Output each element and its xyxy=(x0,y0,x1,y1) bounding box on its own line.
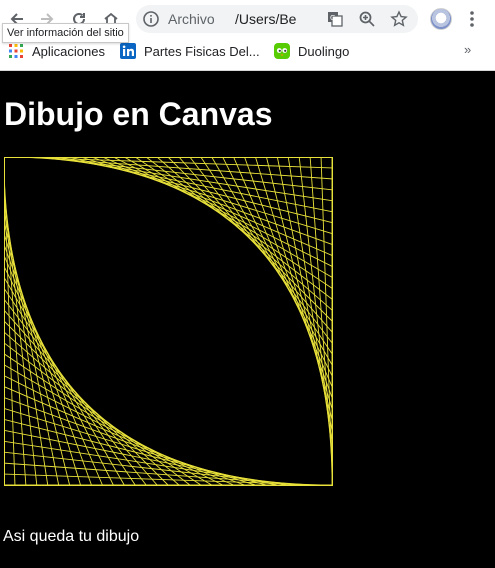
translate-icon[interactable]: G xyxy=(326,10,344,28)
bookmark-apps[interactable]: Aplicaciones xyxy=(8,42,105,60)
string-line-lower xyxy=(3,386,234,486)
string-line-lower xyxy=(3,320,169,486)
omnibox-scheme-label: Archivo xyxy=(168,11,215,27)
profile-avatar[interactable] xyxy=(430,8,452,30)
bookmark-label: Aplicaciones xyxy=(32,43,105,59)
string-line-upper xyxy=(222,156,333,376)
string-line-upper xyxy=(298,156,333,453)
apps-grid-icon xyxy=(9,44,23,58)
string-line-upper xyxy=(189,156,333,344)
page-title: Dibujo en Canvas xyxy=(4,96,273,132)
bookmark-partes-fisicas[interactable]: Partes Fisicas Del... xyxy=(120,42,260,60)
bookmark-label: Partes Fisicas Del... xyxy=(144,43,260,59)
bookmark-label: Duolingo xyxy=(298,43,350,59)
bookmark-duolingo[interactable]: Duolingo xyxy=(274,42,349,60)
linkedin-icon xyxy=(120,43,136,59)
address-bar[interactable]: Archivo /Users/Be G xyxy=(136,5,418,33)
zoom-icon[interactable] xyxy=(358,10,376,28)
canvas-border xyxy=(4,157,333,486)
canvas-caption: Asi queda tu dibujo xyxy=(3,528,140,545)
svg-text:G: G xyxy=(330,14,335,22)
browser-chrome: Archivo /Users/Be G Aplicaciones Partes … xyxy=(0,0,495,71)
string-line-upper xyxy=(167,156,333,322)
drawing-canvas xyxy=(3,156,333,486)
bookmarks-overflow-button[interactable]: » xyxy=(464,42,471,57)
string-line-upper xyxy=(320,156,333,475)
string-line-lower xyxy=(3,451,300,486)
site-info-tooltip: Ver información del sitio xyxy=(2,23,129,43)
string-art-svg xyxy=(3,156,333,486)
more-menu-icon[interactable] xyxy=(462,8,482,30)
omnibox-url[interactable]: /Users/Be xyxy=(235,10,317,28)
string-line-upper xyxy=(233,156,333,387)
site-info-icon[interactable] xyxy=(142,10,160,28)
string-line-lower xyxy=(3,375,223,486)
string-line-lower xyxy=(3,473,322,486)
duolingo-icon xyxy=(274,43,290,59)
string-line-lower xyxy=(3,342,191,486)
bookmark-star-icon[interactable] xyxy=(390,10,408,28)
